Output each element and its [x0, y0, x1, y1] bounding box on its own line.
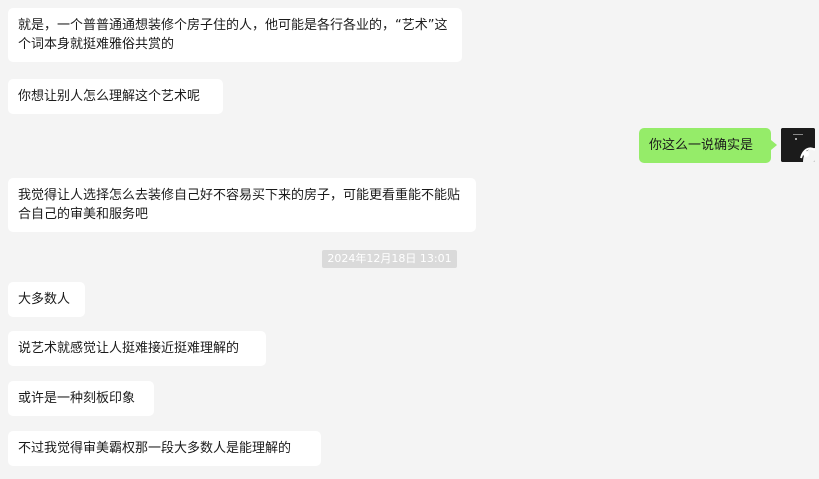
message-bubble-outgoing[interactable]: 你这么一说确实是 [639, 128, 777, 163]
chat-window: 就是，一个普普通通想装修个房子住的人，他可能是各行各业的，“艺术”这个词本身就挺… [0, 0, 819, 479]
message-bubble-incoming[interactable]: 我觉得让人选择怎么去装修自己好不容易买下来的房子，可能更看重能不能贴合自己的审美… [8, 178, 476, 232]
message-bubble-incoming[interactable]: 或许是一种刻板印象 [8, 381, 154, 416]
message-bubble-incoming[interactable]: 说艺术就感觉让人挺难接近挺难理解的 [8, 331, 266, 366]
message-bubble-incoming[interactable]: 大多数人 [8, 282, 85, 317]
timestamp-label: 2024年12月18日 13:01 [322, 250, 457, 268]
message-bubble-incoming[interactable]: 你想让别人怎么理解这个艺术呢 [8, 79, 223, 114]
message-bubble-incoming[interactable]: 就是，一个普普通通想装修个房子住的人，他可能是各行各业的，“艺术”这个词本身就挺… [8, 8, 462, 62]
message-bubble-incoming[interactable]: 不过我觉得审美霸权那一段大多数人是能理解的 [8, 431, 321, 466]
user-avatar-icon[interactable] [781, 128, 815, 162]
